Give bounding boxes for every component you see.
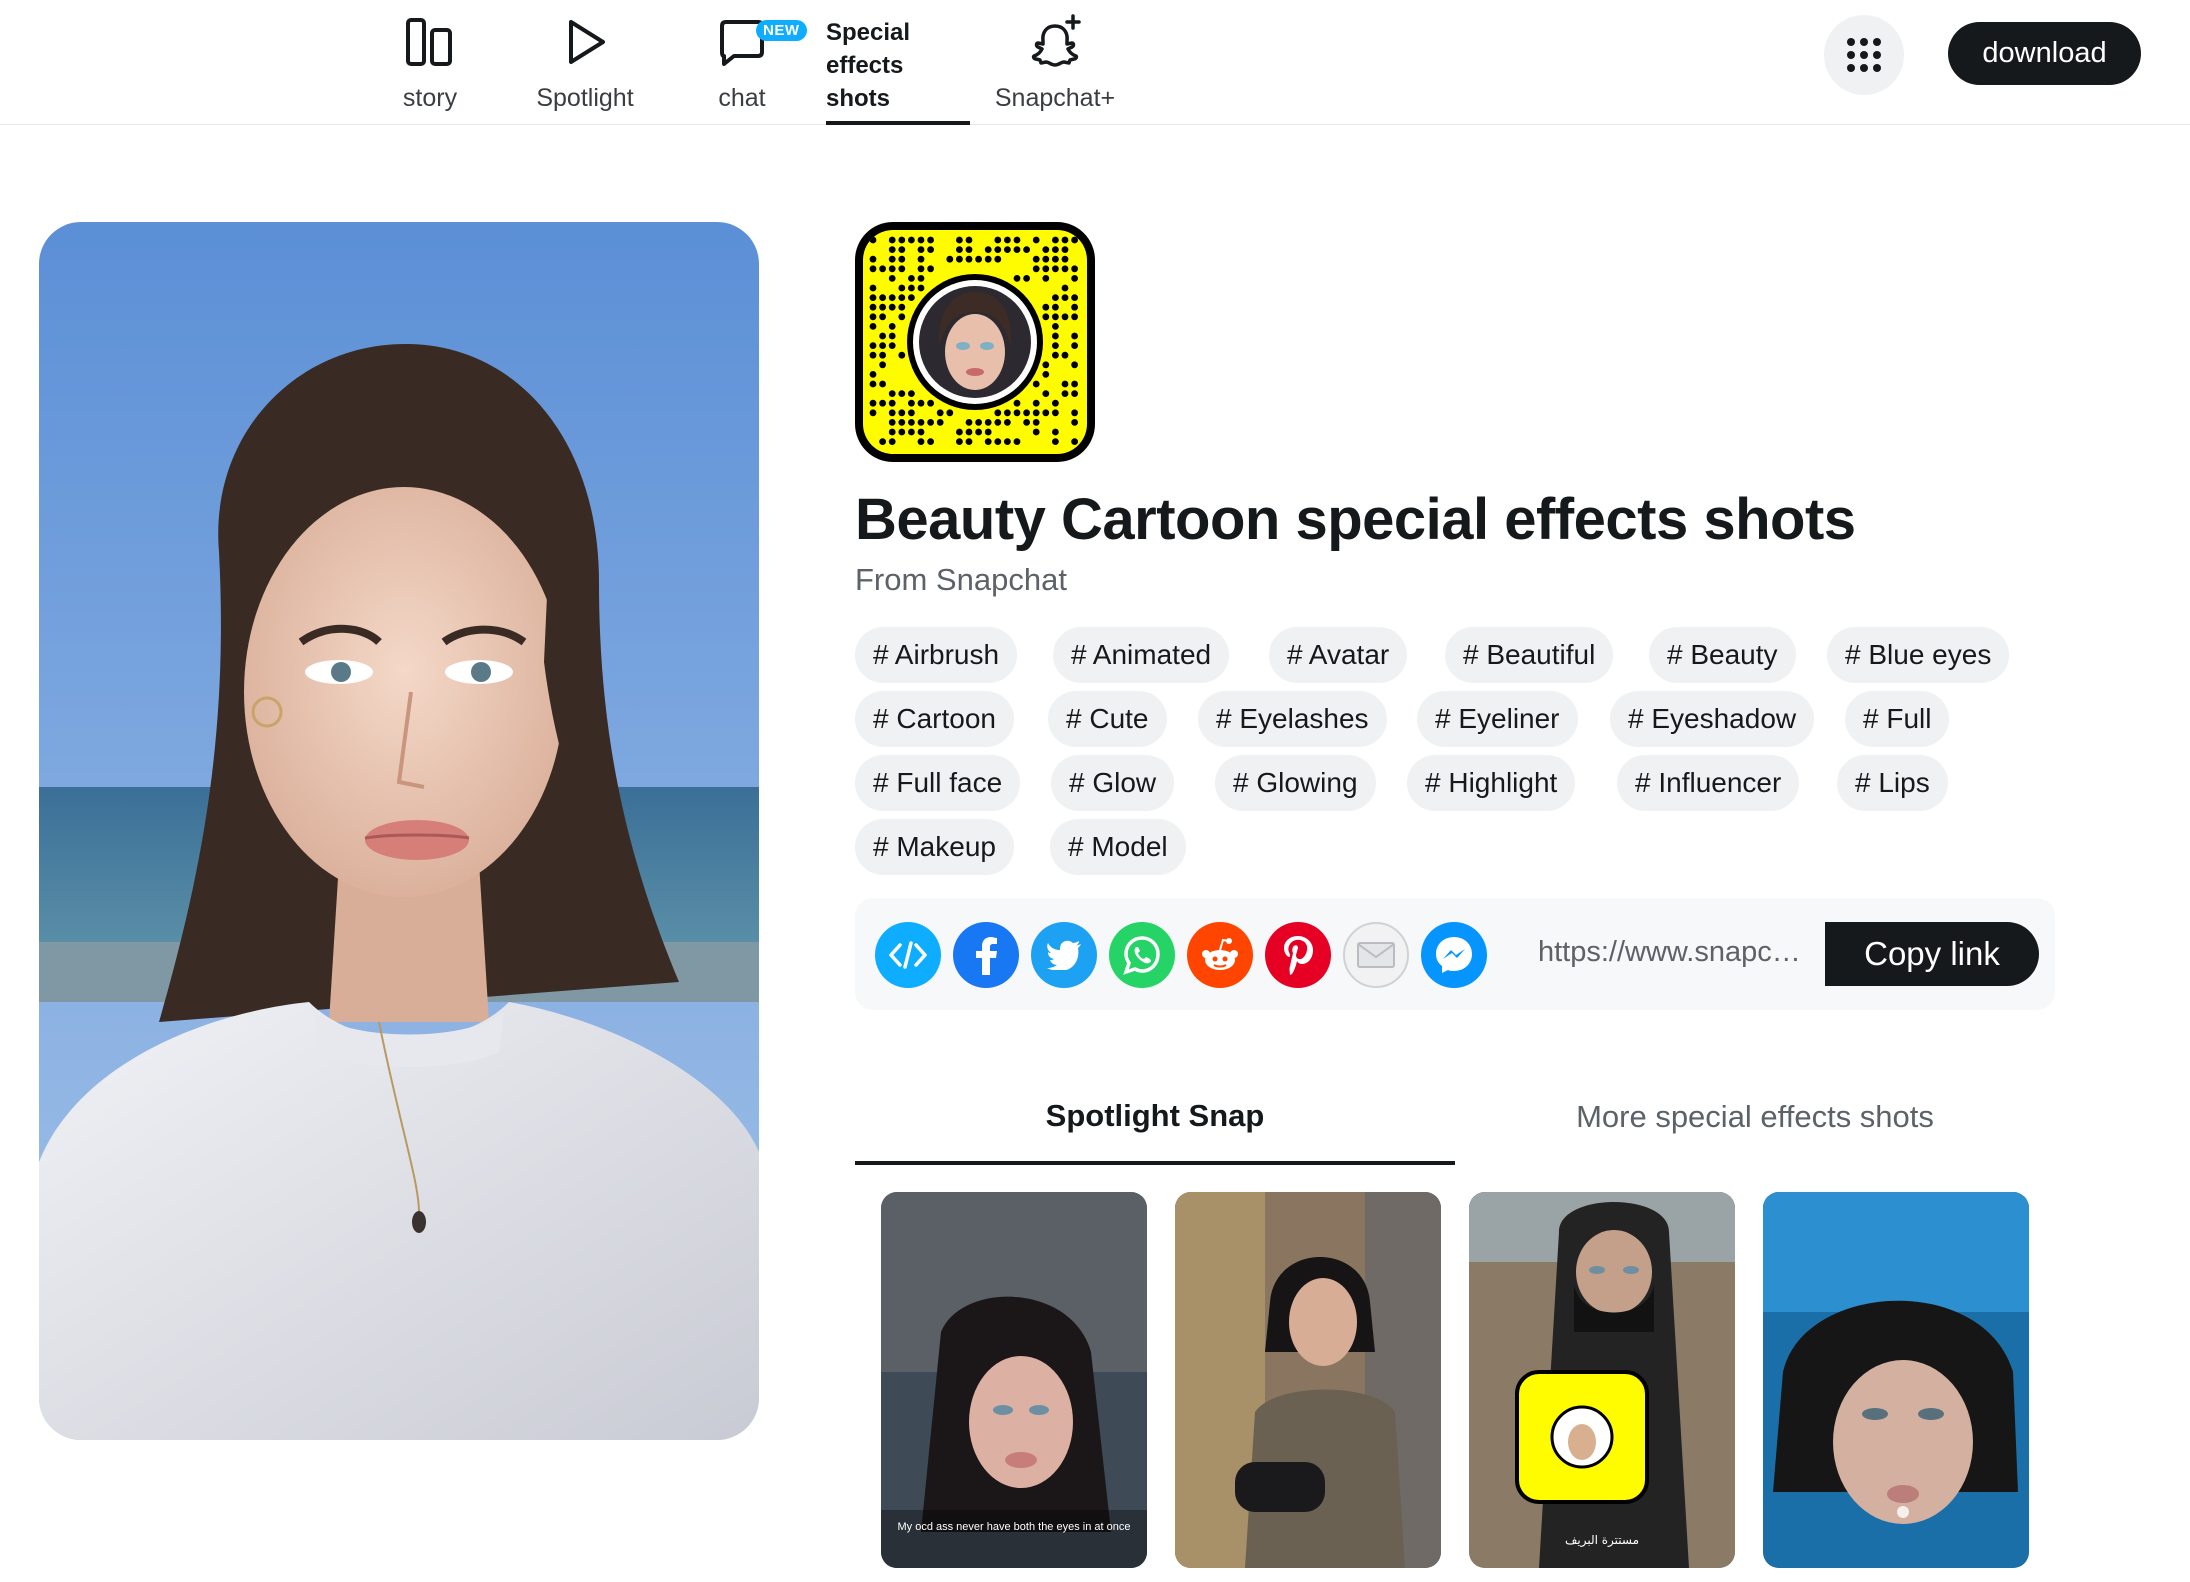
pinterest-icon[interactable] — [1265, 922, 1331, 988]
new-badge: NEW — [756, 20, 807, 41]
nav-snapchat-plus[interactable]: Snapchat+ — [975, 0, 1135, 125]
hashtag-chip[interactable]: # Full face — [855, 755, 1021, 811]
hashtag-chip[interactable]: # Glowing — [1215, 755, 1376, 811]
hashtag-chip[interactable]: # Highlight — [1407, 755, 1576, 811]
spotlight-thumbnail[interactable] — [1175, 1192, 1441, 1568]
hashtag-chip[interactable]: # Full — [1845, 691, 1950, 747]
spotlight-thumbnail[interactable] — [1763, 1192, 2029, 1568]
lens-title: Beauty Cartoon special effects shots — [855, 487, 1856, 552]
hashtag-chip[interactable]: # Blue eyes — [1827, 627, 2010, 683]
hashtag-chip[interactable]: # Beauty — [1649, 627, 1796, 683]
thumbnail-caption: مستترة البريف — [1565, 1533, 1639, 1548]
stories-icon — [402, 14, 458, 70]
whatsapp-icon[interactable] — [1109, 922, 1175, 988]
tab-more-effects[interactable]: More special effects shots — [1455, 1070, 2055, 1165]
chat-icon: NEW — [714, 14, 807, 70]
snapcode — [855, 222, 1095, 462]
thumbnail-caption: My ocd ass never have both the eyes in a… — [898, 1521, 1131, 1533]
nav-story[interactable]: story — [380, 0, 480, 125]
facebook-icon[interactable] — [953, 922, 1019, 988]
hashtag-chip[interactable]: # Glow — [1051, 755, 1175, 811]
nav-chat[interactable]: NEW chat — [692, 0, 807, 125]
nav-spotlight[interactable]: Spotlight — [520, 0, 650, 125]
nav-chat-label: chat — [718, 84, 766, 112]
download-button[interactable]: download — [1948, 22, 2141, 85]
hashtag-chip[interactable]: # Cartoon — [855, 691, 1014, 747]
hashtag-chip[interactable]: # Lips — [1837, 755, 1948, 811]
spotlight-thumbnail[interactable]: مستترة البريف — [1469, 1192, 1735, 1568]
email-icon[interactable] — [1343, 922, 1409, 988]
nav-special-effects-line-1: Special — [826, 19, 911, 46]
spotlight-thumbnail[interactable]: My ocd ass never have both the eyes in a… — [881, 1192, 1147, 1568]
reddit-icon[interactable] — [1187, 922, 1253, 988]
hashtag-chip[interactable]: # Influencer — [1617, 755, 1800, 811]
nav-special-effects-line-2: effects — [826, 52, 904, 79]
hashtag-chip[interactable]: # Makeup — [855, 819, 1014, 875]
nav-spotlight-label: Spotlight — [536, 84, 634, 112]
hashtag-chip[interactable]: # Eyeshadow — [1610, 691, 1815, 747]
hashtag-chip[interactable]: # Avatar — [1269, 627, 1408, 683]
top-navigation: story Spotlight NEW chat Special effects… — [0, 0, 2190, 125]
hashtag-chip[interactable]: # Eyelashes — [1198, 691, 1387, 747]
tab-spotlight-snap[interactable]: Spotlight Snap — [855, 1070, 1455, 1165]
embed-icon[interactable] — [875, 922, 941, 988]
nav-special-effects[interactable]: Special effects shots — [826, 16, 970, 125]
messenger-icon[interactable] — [1421, 922, 1487, 988]
copy-link-button[interactable]: Copy link — [1825, 922, 2039, 986]
snapchat-plus-icon — [1027, 14, 1083, 70]
share-bar: https://www.snapchat.com/lens/... Copy l… — [855, 898, 2055, 1010]
grid-icon — [1847, 38, 1881, 72]
share-url[interactable]: https://www.snapchat.com/lens/... — [1538, 936, 1806, 969]
hashtag-chip[interactable]: # Beautiful — [1445, 627, 1614, 683]
hashtag-chip[interactable]: # Cute — [1048, 691, 1167, 747]
hashtag-chip[interactable]: # Model — [1050, 819, 1186, 875]
lens-creator: From Snapchat — [855, 562, 1067, 597]
hashtag-chip[interactable]: # Airbrush — [855, 627, 1018, 683]
nav-special-effects-line-3: shots — [826, 85, 891, 112]
snapcode-pattern — [869, 236, 1078, 445]
hashtag-chip[interactable]: # Eyeliner — [1417, 691, 1578, 747]
nav-story-label: story — [402, 84, 458, 112]
twitter-icon[interactable] — [1031, 922, 1097, 988]
lens-preview-image — [39, 222, 759, 1440]
hashtag-chip[interactable]: # Animated — [1053, 627, 1230, 683]
apps-menu-button[interactable] — [1824, 15, 1904, 95]
nav-snapchat-plus-label: Snapchat+ — [994, 84, 1116, 112]
play-icon — [557, 14, 613, 70]
